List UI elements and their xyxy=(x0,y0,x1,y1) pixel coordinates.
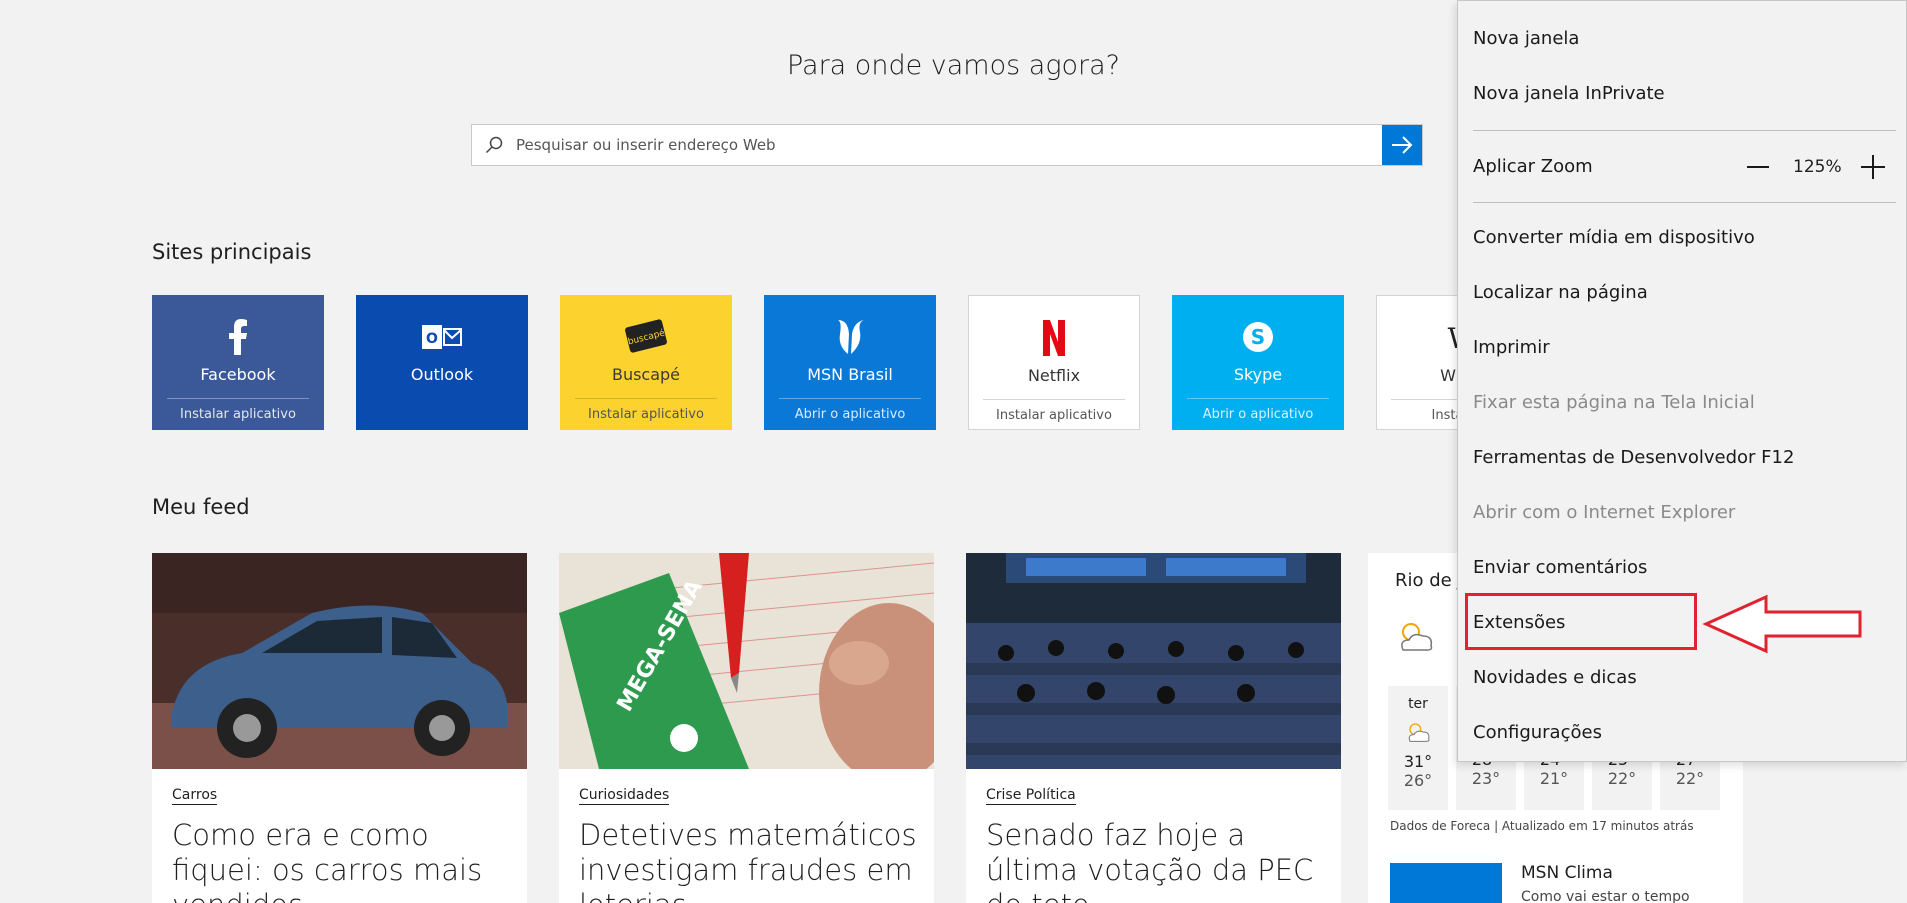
site-tile-netflix[interactable]: Netflix Instalar aplicativo xyxy=(968,295,1140,430)
site-tile-action[interactable]: Abrir o aplicativo xyxy=(795,407,906,422)
buscape-icon: buscapé xyxy=(623,317,669,357)
site-tile-msn-brasil[interactable]: MSN Brasil Abrir o aplicativo xyxy=(764,295,936,430)
menu-cast[interactable]: Converter mídia em dispositivo xyxy=(1473,227,1755,248)
site-tile-name: MSN Brasil xyxy=(807,365,893,384)
menu-pin: Fixar esta página na Tela Inicial xyxy=(1473,392,1755,413)
menu-whats-new[interactable]: Novidades e dicas xyxy=(1473,667,1637,688)
menu-find[interactable]: Localizar na página xyxy=(1473,282,1648,303)
menu-open-ie: Abrir com o Internet Explorer xyxy=(1473,502,1736,523)
msn-butterfly-icon xyxy=(834,317,866,357)
zoom-in-icon[interactable] xyxy=(1858,154,1888,180)
red-arrow-icon xyxy=(1700,593,1870,659)
car-photo xyxy=(152,553,527,769)
tile-divider xyxy=(575,398,717,399)
arrow-right-icon xyxy=(1392,136,1413,154)
search-icon xyxy=(472,125,516,165)
outlook-icon: O xyxy=(422,317,462,357)
feed-card[interactable]: Crise Política Senado faz hoje a última … xyxy=(966,553,1341,903)
tile-divider xyxy=(1187,398,1329,399)
menu-divider xyxy=(1473,202,1896,203)
site-tile-buscap-[interactable]: buscapé Buscapé Instalar aplicativo xyxy=(560,295,732,430)
site-tile-action[interactable]: Abrir o aplicativo xyxy=(1203,407,1314,422)
feed-section-title: Meu feed xyxy=(152,495,250,519)
sites-section-title: Sites principais xyxy=(152,240,312,264)
menu-print[interactable]: Imprimir xyxy=(1473,337,1550,358)
menu-new-inprivate[interactable]: Nova janela InPrivate xyxy=(1473,83,1665,104)
site-tile-name: Skype xyxy=(1233,365,1283,384)
site-tile-facebook[interactable]: Facebook Instalar aplicativo xyxy=(152,295,324,430)
card-category[interactable]: Crise Política xyxy=(986,787,1076,805)
site-tile-name: Netflix xyxy=(1027,366,1081,385)
menu-feedback[interactable]: Enviar comentários xyxy=(1473,557,1647,578)
zoom-value: 125% xyxy=(1793,157,1842,177)
site-tile-skype[interactable]: S Skype Abrir o aplicativo xyxy=(1172,295,1344,430)
weather-city: Rio de J xyxy=(1395,570,1463,591)
forecast-day: ter 31° 26° xyxy=(1388,686,1448,810)
senate-photo xyxy=(966,553,1341,769)
menu-settings[interactable]: Configurações xyxy=(1473,722,1602,743)
tile-divider xyxy=(167,398,309,399)
card-title[interactable]: Senado faz hoje a última votação da PEC … xyxy=(986,818,1331,903)
partly-sunny-icon xyxy=(1403,720,1433,748)
menu-divider xyxy=(1473,130,1896,131)
card-title[interactable]: Detetives matemáticos investigam fraudes… xyxy=(579,818,924,903)
svg-text:S: S xyxy=(1251,325,1265,349)
card-category[interactable]: Carros xyxy=(172,787,218,805)
search-go-button[interactable] xyxy=(1382,125,1422,165)
menu-zoom-label: Aplicar Zoom xyxy=(1473,156,1593,177)
weather-source: Dados de Foreca | Atualizado em 17 minut… xyxy=(1390,819,1694,833)
highlight-box xyxy=(1465,593,1697,650)
site-tile-name: Buscapé xyxy=(611,365,681,384)
site-tile-action[interactable]: Instalar aplicativo xyxy=(588,407,704,422)
site-tile-name: Outlook xyxy=(410,365,474,384)
msn-clima-desc: Como vai estar o tempo xyxy=(1521,889,1690,903)
search-box[interactable]: Pesquisar ou inserir endereço Web xyxy=(471,124,1423,166)
card-title[interactable]: Como era e como fiquei: os carros mais v… xyxy=(172,818,517,903)
lottery-photo: MEGA-SENA xyxy=(559,553,934,769)
netflix-icon xyxy=(1041,318,1067,358)
skype-icon: S xyxy=(1241,317,1275,357)
search-input[interactable]: Pesquisar ou inserir endereço Web xyxy=(516,136,1382,154)
facebook-icon xyxy=(227,317,249,357)
tile-divider xyxy=(779,398,921,399)
card-category[interactable]: Curiosidades xyxy=(579,787,670,805)
feed-card[interactable]: Carros Como era e como fiquei: os carros… xyxy=(152,553,527,903)
menu-new-window[interactable]: Nova janela xyxy=(1473,28,1579,49)
site-tile-name: Facebook xyxy=(200,365,276,384)
feed-card[interactable]: MEGA-SENA Curiosidades Detetives matemát… xyxy=(559,553,934,903)
site-tile-action[interactable]: Instalar aplicativo xyxy=(996,408,1112,423)
svg-text:O: O xyxy=(426,331,438,347)
zoom-out-icon[interactable] xyxy=(1743,154,1773,180)
site-tile-action[interactable]: Instalar aplicativo xyxy=(180,407,296,422)
msn-clima-tile[interactable] xyxy=(1390,863,1502,903)
partly-sunny-icon xyxy=(1393,618,1437,658)
menu-devtools[interactable]: Ferramentas de Desenvolvedor F12 xyxy=(1473,447,1794,468)
site-tile-outlook[interactable]: O Outlook xyxy=(356,295,528,430)
tile-divider xyxy=(983,399,1125,400)
msn-clima-title[interactable]: MSN Clima xyxy=(1521,863,1613,883)
